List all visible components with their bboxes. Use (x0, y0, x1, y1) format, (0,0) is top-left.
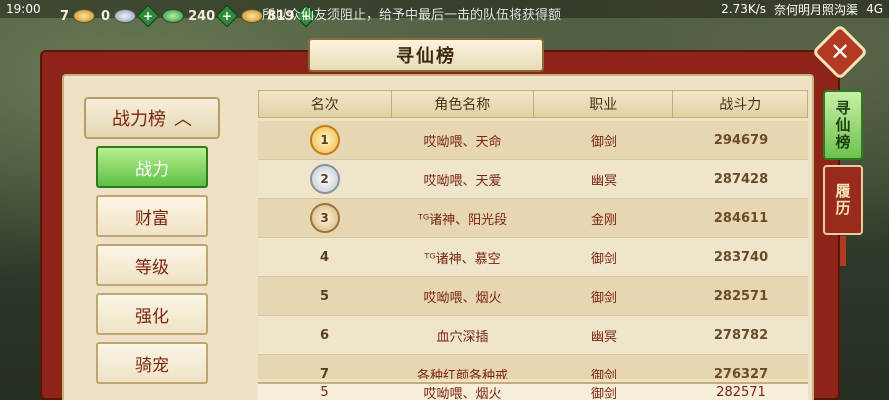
player-name: 哎呦喂、烟火 (423, 290, 502, 306)
category-item-mount[interactable]: 骑宠 (96, 342, 208, 384)
player-name: ᵀᴳ诸神、慕空 (424, 251, 501, 267)
player-rank: 4 (319, 249, 330, 265)
silver-amount: 0 (101, 8, 111, 24)
table-row[interactable]: 1 哎呦喂、天命 御剑 294679 (258, 121, 808, 160)
jade-icon (162, 9, 185, 23)
system-announcement: 所以众仙友须阻止，给予中最后一击的队伍将获得额 (262, 8, 562, 23)
tab-history[interactable]: 履历 (823, 165, 863, 235)
player-rank: 5 (319, 288, 330, 304)
table-row[interactable]: 7 各种红颜各种戒 御剑 276327 (258, 355, 808, 379)
player-rank: 6 (319, 327, 330, 343)
chevron-up-icon: ︿ (174, 109, 192, 130)
silver-coin-icon (114, 9, 137, 23)
player-power: 276327 (713, 366, 769, 380)
table-row[interactable]: 3 ᵀᴳ诸神、阳光段 金刚 284611 (258, 199, 808, 238)
my-rank: 5 (320, 384, 329, 400)
network-type: 4G (866, 2, 883, 16)
player-name: 各种红颜各种戒 (416, 368, 508, 380)
player-name: 血穴深插 (436, 329, 489, 345)
category-list: 战力 财富 等级 强化 骑宠 (96, 146, 210, 391)
category-item-enhance[interactable]: 强化 (96, 293, 208, 335)
table-row[interactable]: 4 ᵀᴳ诸神、慕空 御剑 283740 (258, 238, 808, 277)
tab-ranking[interactable]: 寻仙榜 (823, 90, 863, 160)
player-class: 御剑 (590, 134, 617, 150)
player-class: 御剑 (590, 251, 617, 267)
category-header-label: 战力榜 (112, 109, 166, 130)
resource-gold: 7 (60, 8, 96, 24)
col-class: 职业 (534, 91, 674, 117)
col-name: 角色名称 (392, 91, 534, 117)
table-row[interactable]: 6 血穴深插 幽冥 278782 (258, 316, 808, 355)
player-name: 哎呦喂、天爱 (423, 173, 502, 189)
gold-medal-icon: 1 (309, 125, 340, 155)
table-header: 名次 角色名称 职业 战斗力 (258, 90, 808, 118)
player-class: 幽冥 (590, 329, 617, 345)
player-class: 金刚 (590, 212, 617, 228)
jade-amount: 240 (188, 8, 216, 24)
player-class: 御剑 (590, 290, 617, 306)
category-header[interactable]: 战力榜 ︿ (84, 97, 220, 139)
silver-medal-icon: 2 (309, 164, 340, 194)
gold-coin-icon (73, 9, 96, 23)
close-icon: ✕ (829, 37, 851, 66)
col-power: 战斗力 (719, 97, 762, 113)
category-item-wealth[interactable]: 财富 (96, 195, 208, 237)
ingot-icon (241, 9, 264, 23)
add-jade-button[interactable]: + (215, 4, 239, 28)
table-row[interactable]: 5 哎呦喂、烟火 御剑 282571 (258, 277, 808, 316)
bronze-medal-icon: 3 (309, 203, 340, 233)
col-rank: 名次 (259, 91, 392, 117)
add-silver-button[interactable]: + (136, 4, 160, 28)
tassel-decoration (840, 236, 846, 266)
player-power: 284611 (713, 210, 769, 226)
player-power: 282571 (713, 288, 769, 304)
gold-amount: 7 (60, 8, 70, 24)
clock: 19:00 (6, 2, 41, 16)
player-power: 278782 (713, 327, 769, 343)
my-name: 哎呦喂、烟火 (423, 386, 502, 400)
carrier-name: 奈何明月照沟渠 (774, 2, 859, 17)
player-power: 294679 (713, 132, 769, 148)
category-item-level[interactable]: 等级 (96, 244, 208, 286)
net-speed: 2.73K/s (721, 2, 767, 16)
ranking-list[interactable]: 1 哎呦喂、天命 御剑 294679 2 哎呦喂、天爱 幽冥 287428 3 … (258, 121, 808, 379)
my-rank-row: 5 哎呦喂、烟火 御剑 282571 (258, 382, 808, 400)
panel-title: 寻仙榜 (308, 38, 544, 72)
table-row[interactable]: 2 哎呦喂、天爱 幽冥 287428 (258, 160, 808, 199)
player-name: 哎呦喂、天命 (423, 134, 502, 150)
player-power: 287428 (713, 171, 769, 187)
player-name: ᵀᴳ诸神、阳光段 (417, 212, 508, 228)
my-class: 御剑 (590, 386, 617, 400)
player-class: 幽冥 (590, 173, 617, 189)
resource-silver: 0 + (101, 4, 160, 28)
player-power: 283740 (713, 249, 769, 265)
player-rank: 7 (319, 366, 330, 380)
category-item-power[interactable]: 战力 (96, 146, 208, 188)
my-power: 282571 (716, 384, 766, 400)
player-class: 御剑 (590, 368, 617, 380)
resource-jade: 240 + (162, 4, 239, 28)
